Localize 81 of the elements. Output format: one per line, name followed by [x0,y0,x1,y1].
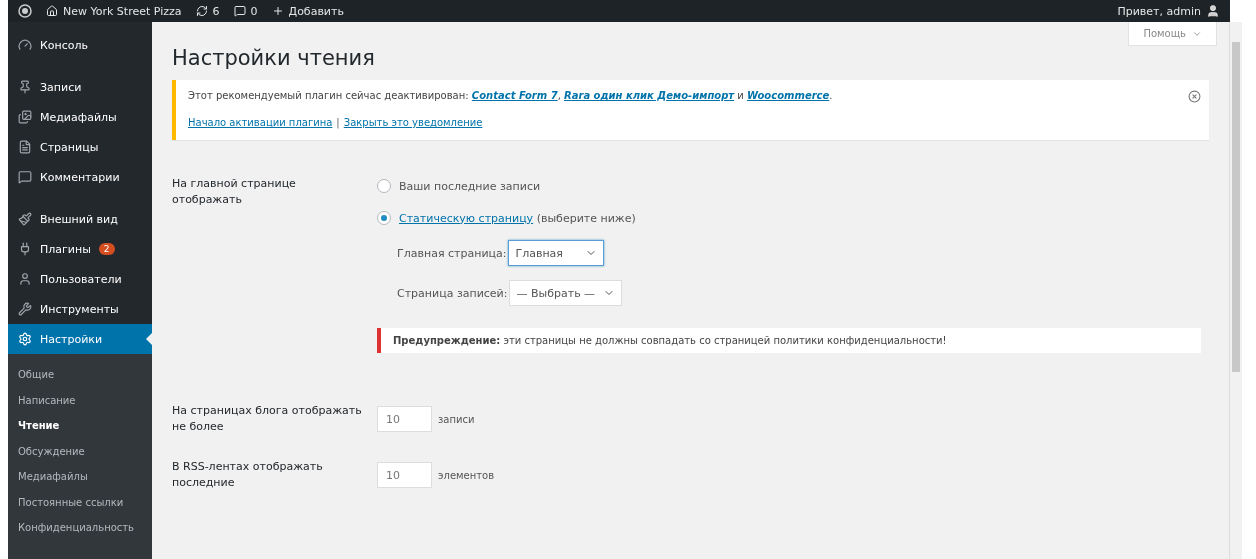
submenu-item[interactable]: Общие [8,362,152,388]
submenu-item[interactable]: Чтение [8,413,152,439]
plugin-link[interactable]: Contact Form 7 [471,90,558,101]
logo-icon[interactable] [18,4,32,18]
number-field[interactable]: 10 [377,406,432,432]
menu-item[interactable]: Пользователи [8,264,152,294]
field-label: На страницах блога отображать не более [172,403,363,435]
submenu-item[interactable]: Конфиденциальность [8,515,152,541]
user-icon [18,272,32,286]
separator: | [336,117,340,128]
menu-label[interactable]: Настройки [40,332,103,346]
close-icon[interactable] [1188,90,1201,103]
select-label: Страница записей: [397,286,508,300]
page-title: Настройки чтения [172,46,376,70]
menu-item[interactable]: Настройки [8,324,152,354]
plug-icon [18,242,32,256]
greeting[interactable]: Привет, admin [1117,4,1201,18]
account-link[interactable]: Привет, admin [1117,4,1220,18]
settings-icon [18,332,32,346]
notice-message: Этот рекомендуемый плагин сейчас деактивирован: Contact Form 7, Rara один клик Демо-импорт и Woocommerce. [188,90,834,101]
menu-item[interactable]: Консоль [8,30,152,60]
dropdown[interactable]: — Выбрать — [509,280,623,306]
menu-item[interactable]: Комментарии [8,162,152,192]
menu-label[interactable]: Консоль [40,38,89,52]
comments-count: 0 [250,4,258,18]
refresh-icon [195,5,208,17]
submenu-item[interactable]: Написание [8,387,152,413]
menu-item[interactable]: Плагины 2 [8,234,152,264]
comment-icon [233,5,246,17]
menu-label[interactable]: Страницы [40,140,99,154]
select-label: Главная страница: [397,246,507,260]
plugin-link[interactable]: Rara один клик Демо-импорт [564,90,735,101]
add-link[interactable]: Добавить [271,4,344,18]
submenu-item[interactable]: Обсуждение [8,438,152,464]
menu-label[interactable]: Медиафайлы [40,110,117,124]
comment-icon [18,170,32,184]
menu-label[interactable]: Плагины [40,242,91,256]
submenu-item[interactable]: Постоянные ссылки [8,489,152,515]
updates-link[interactable]: 6 [195,4,220,18]
option-label: Ваши последние записи [399,179,541,193]
radio-button[interactable] [377,211,391,225]
wrench-icon [18,302,32,316]
menu-label[interactable]: Пользователи [40,272,122,286]
menu-item[interactable]: Инструменты [8,294,152,324]
brush-icon [18,212,32,226]
count-badge: 2 [98,243,115,255]
submenu-item[interactable]: Медиафайлы [8,464,152,490]
notice-link[interactable]: Начало активации плагина [188,117,333,128]
radio-option[interactable]: Статическую страницу (выберите ниже) [377,210,1209,226]
unit-label: элементов [438,469,495,481]
page-icon [18,140,32,154]
option-link[interactable]: Статическую страницу [399,211,534,225]
unit-label: записи [438,413,475,425]
scroll-thumb[interactable] [1232,42,1240,372]
comments-link[interactable]: 0 [233,4,258,18]
field-label: В RSS-лентах отображать последние [172,459,324,491]
option-label: Статическую страницу (выберите ниже) [399,211,636,225]
menu-label[interactable]: Внешний вид [40,212,118,226]
pin-icon [18,80,32,94]
number-field[interactable]: 10 [377,462,432,488]
add-label[interactable]: Добавить [288,4,344,18]
dropdown[interactable]: Главная [508,240,605,266]
notice-link[interactable]: Закрыть это уведомление [343,117,483,128]
updates-count: 6 [212,4,220,18]
plus-icon [271,5,284,17]
radio-button[interactable] [377,179,391,193]
menu-label[interactable]: Записи [40,80,82,94]
menu-item[interactable]: Внешний вид [8,204,152,234]
menu-item[interactable]: Медиафайлы [8,102,152,132]
avatar-icon [1206,4,1220,18]
help-button[interactable]: Помощь [1128,22,1217,46]
menu-item[interactable]: Записи [8,72,152,102]
home-icon [46,5,58,17]
gauge-icon [18,38,32,52]
radio-option[interactable]: Ваши последние записи [377,178,1209,194]
images-icon [18,110,32,124]
field-label: На главной странице отображать [172,176,297,208]
warning-message: Предупреждение: эти страницы не должны совпадать со страницей политики конфиденциальности! [377,328,1201,353]
menu-item[interactable]: Страницы [8,132,152,162]
menu-label[interactable]: Инструменты [40,302,119,316]
menu-label[interactable]: Комментарии [40,170,120,184]
